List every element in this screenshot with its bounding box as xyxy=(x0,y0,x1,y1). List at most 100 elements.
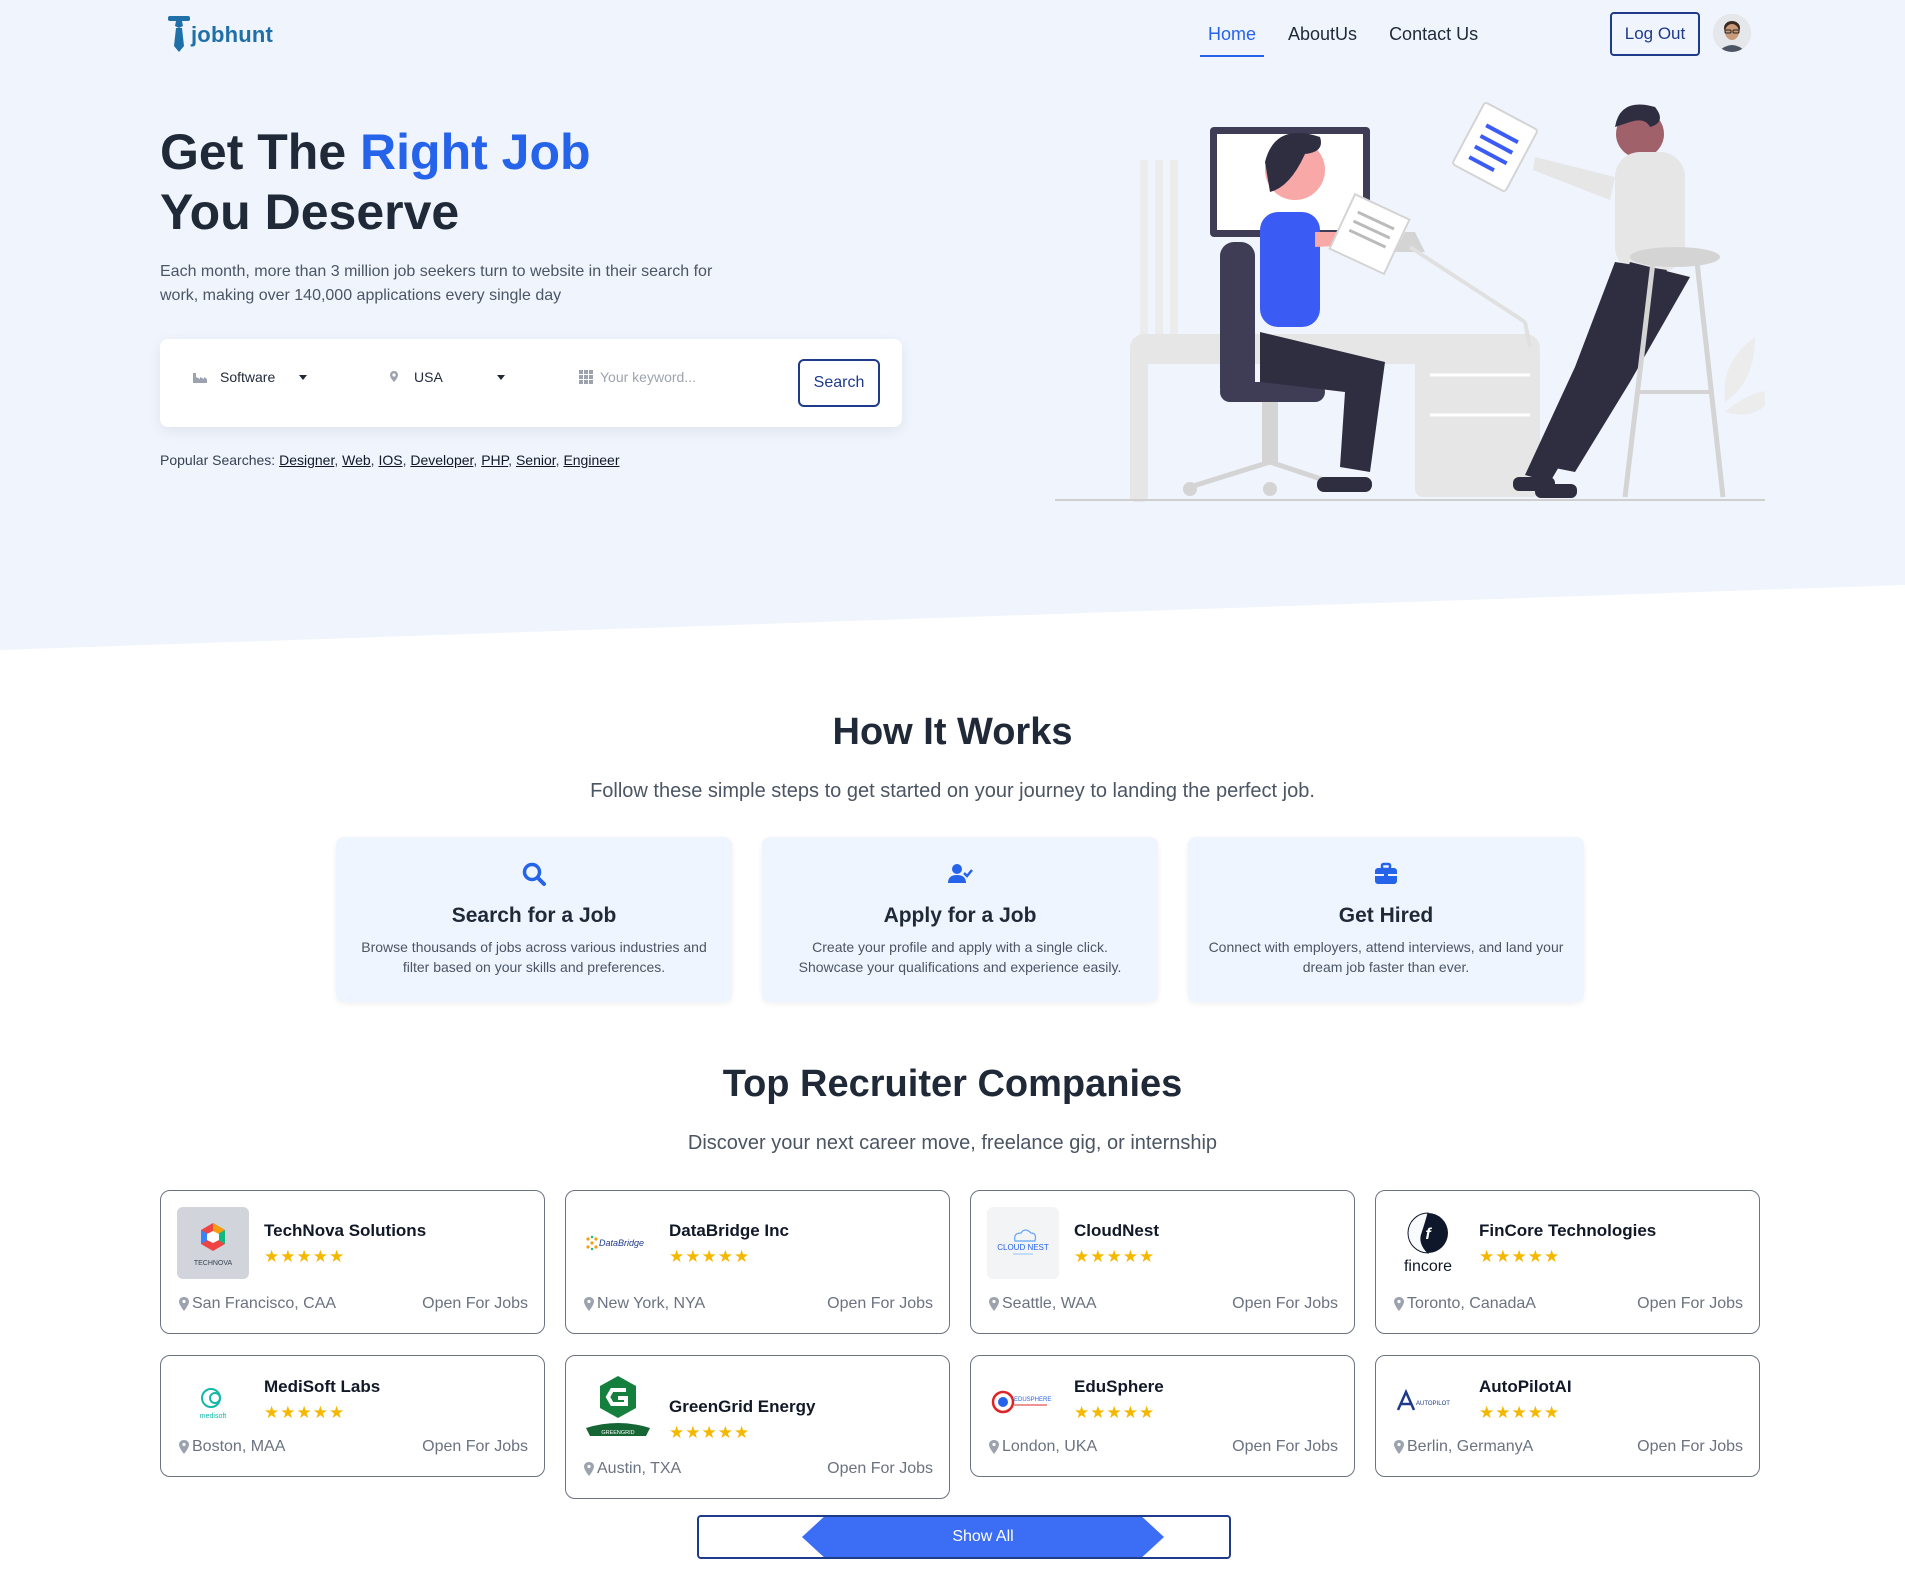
company-name: MediSoft Labs xyxy=(264,1377,381,1396)
location-pin-icon xyxy=(989,1440,999,1454)
step-card-search: Search for a Job Browse thousands of job… xyxy=(336,837,732,1002)
step-title: Search for a Job xyxy=(451,904,617,927)
avatar-portrait-icon xyxy=(1713,14,1751,52)
tie-logo-icon xyxy=(168,16,190,52)
open-for-jobs-label: Open For Jobs xyxy=(1232,1438,1338,1455)
open-for-jobs-label: Open For Jobs xyxy=(1232,1295,1338,1312)
popular-link-php[interactable]: PHP xyxy=(481,452,508,468)
company-card-databridge[interactable]: DataBridge DataBridge Inc ★★★★★ New York… xyxy=(565,1190,950,1334)
autopilot-logo-text: AUTOPILOT xyxy=(1416,1401,1450,1407)
hero-title: Get The Right Job You Deserve xyxy=(160,122,591,242)
company-location: New York, NYA xyxy=(584,1295,705,1313)
top-navbar: jobhunt Home AboutUs Contact Us Log Out xyxy=(0,0,1905,70)
popular-link-designer[interactable]: Designer xyxy=(279,452,334,468)
company-location-text: Seattle, WAA xyxy=(1002,1295,1097,1312)
company-rating-stars: ★★★★★ xyxy=(264,1247,346,1266)
step-title: Get Hired xyxy=(1338,904,1434,927)
location-pin-icon xyxy=(1394,1440,1404,1454)
company-name: GreenGrid Energy xyxy=(669,1397,816,1416)
briefcase-icon xyxy=(1375,862,1397,884)
logout-button[interactable]: Log Out xyxy=(1610,12,1700,56)
companies-subtitle: Discover your next career move, freelanc… xyxy=(687,1132,1218,1154)
open-for-jobs-label: Open For Jobs xyxy=(422,1438,528,1455)
cloudnest-logo-text: CLOUD NEST xyxy=(997,1243,1049,1252)
company-location: Toronto, CanadaA xyxy=(1394,1295,1536,1313)
greengrid-logo-text: GREENGRID xyxy=(601,1430,634,1436)
nav-links: Home AboutUs Contact Us xyxy=(1200,20,1502,57)
popular-link-web[interactable]: Web xyxy=(342,452,371,468)
location-pin-icon xyxy=(584,1297,594,1311)
company-location: Seattle, WAA xyxy=(989,1295,1097,1313)
nav-link-about[interactable]: AboutUs xyxy=(1280,20,1365,57)
company-name: DataBridge Inc xyxy=(669,1221,789,1240)
company-location-text: San Francisco, CAA xyxy=(192,1295,337,1312)
edusphere-logo-text: EDUSPHERE xyxy=(1014,1397,1051,1403)
how-it-works-subtitle: Follow these simple steps to get started… xyxy=(590,780,1315,802)
grid-icon xyxy=(579,370,593,384)
chevron-down-icon xyxy=(496,374,505,380)
popular-label: Popular Searches: xyxy=(160,452,276,468)
fincore-logo-icon: f fincore xyxy=(1392,1207,1464,1279)
company-rating-stars: ★★★★★ xyxy=(1074,1403,1156,1422)
search-button[interactable]: Search xyxy=(798,359,880,407)
company-location: London, UKA xyxy=(989,1438,1097,1456)
open-for-jobs-label: Open For Jobs xyxy=(1637,1438,1743,1455)
technova-logo-icon: TECHNOVA xyxy=(177,1207,249,1279)
open-for-jobs-label: Open For Jobs xyxy=(827,1295,933,1312)
company-card-cloudnest[interactable]: CLOUD NEST CloudNest ★★★★★ Seattle, WAA … xyxy=(970,1190,1355,1334)
category-value: Software xyxy=(220,369,276,385)
brand-logo[interactable]: jobhunt xyxy=(168,14,273,54)
popular-link-ios[interactable]: IOS xyxy=(378,452,402,468)
company-name: EduSphere xyxy=(1074,1377,1164,1396)
company-rating-stars: ★★★★★ xyxy=(1479,1403,1561,1422)
nav-link-contact[interactable]: Contact Us xyxy=(1381,20,1486,57)
company-rating-stars: ★★★★★ xyxy=(669,1247,751,1266)
edusphere-logo-icon: EDUSPHERE xyxy=(987,1366,1059,1438)
hero-subtitle: Each month, more than 3 million job seek… xyxy=(160,263,713,304)
company-rating-stars: ★★★★★ xyxy=(1479,1247,1561,1266)
show-all-container: Show All xyxy=(697,1515,1231,1559)
medisoft-logo-text: medisoft xyxy=(200,1413,227,1420)
company-card-greengrid[interactable]: GREENGRID GreenGrid Energy ★★★★★ Austin,… xyxy=(565,1355,950,1499)
company-location: Austin, TXA xyxy=(584,1460,681,1478)
company-location-text: Boston, MAA xyxy=(192,1438,286,1455)
location-pin-icon xyxy=(1394,1297,1404,1311)
company-rating-stars: ★★★★★ xyxy=(1074,1247,1156,1266)
search-icon xyxy=(522,862,546,886)
company-card-fincore[interactable]: f fincore FinCore Technologies ★★★★★ Tor… xyxy=(1375,1190,1760,1334)
company-location: San Francisco, CAA xyxy=(179,1295,336,1313)
category-select[interactable]: Software xyxy=(192,369,308,385)
keyword-field[interactable] xyxy=(578,369,760,385)
open-for-jobs-label: Open For Jobs xyxy=(422,1295,528,1312)
company-card-autopilot[interactable]: AUTOPILOT AutoPilotAI ★★★★★ Berlin, Germ… xyxy=(1375,1355,1760,1477)
technova-logo-text: TECHNOVA xyxy=(194,1260,233,1267)
company-name: AutoPilotAI xyxy=(1479,1377,1572,1396)
popular-link-developer[interactable]: Developer xyxy=(410,452,473,468)
industry-icon xyxy=(193,373,207,383)
greengrid-logo-icon: GREENGRID xyxy=(582,1372,654,1444)
location-pin-icon xyxy=(179,1440,189,1454)
company-name: CloudNest xyxy=(1074,1221,1159,1240)
fincore-logo-text: fincore xyxy=(1404,1258,1452,1275)
company-location-text: New York, NYA xyxy=(597,1295,706,1312)
company-card-edusphere[interactable]: EDUSPHERE EduSphere ★★★★★ London, UKA Op… xyxy=(970,1355,1355,1477)
company-location-text: Austin, TXA xyxy=(597,1460,682,1477)
popular-link-engineer[interactable]: Engineer xyxy=(563,452,619,468)
databridge-logo-text: DataBridge xyxy=(599,1238,644,1248)
keyword-input[interactable] xyxy=(600,369,760,385)
company-card-technova[interactable]: TECHNOVA TechNova Solutions ★★★★★ San Fr… xyxy=(160,1190,545,1334)
location-value: USA xyxy=(414,369,443,385)
nav-link-home[interactable]: Home xyxy=(1200,20,1265,57)
cloudnest-logo-icon: CLOUD NEST xyxy=(987,1207,1059,1279)
company-location-text: Berlin, GermanyA xyxy=(1407,1438,1534,1455)
step-description: Browse thousands of jobs across various … xyxy=(361,939,707,975)
company-card-medisoft[interactable]: medisoft MediSoft Labs ★★★★★ Boston, MAA… xyxy=(160,1355,545,1477)
popular-link-senior[interactable]: Senior xyxy=(516,452,556,468)
location-select[interactable]: USA xyxy=(386,369,505,385)
job-search-bar: Software USA Search xyxy=(160,339,902,427)
show-all-button[interactable]: Show All xyxy=(802,1517,1164,1557)
location-pin-icon xyxy=(390,371,398,382)
user-avatar[interactable] xyxy=(1713,14,1751,52)
popular-searches: Popular Searches: Designer, Web, IOS, De… xyxy=(160,452,620,468)
databridge-logo-icon: DataBridge xyxy=(582,1207,654,1279)
